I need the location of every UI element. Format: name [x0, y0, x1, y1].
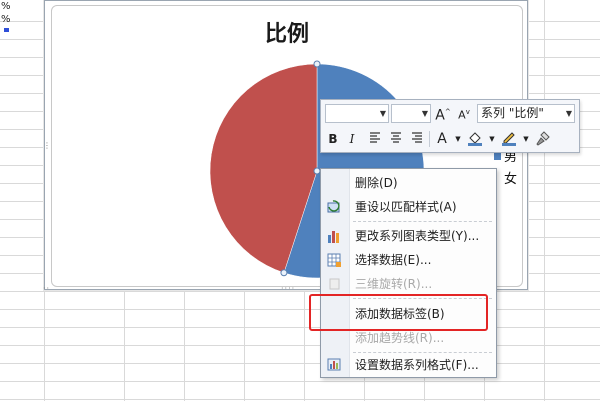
menu-item-delete[interactable]: 删除(D): [321, 172, 496, 194]
series-select-value: 系列 "比例": [481, 106, 544, 120]
mini-toolbar: ▼ ▼ A^ Av 系列 "比例" ▼ B I A ▼ ▼ ▼: [320, 99, 580, 153]
menu-item-label: 三维旋转(R)...: [355, 277, 433, 291]
menu-item-change-chart-type[interactable]: 更改系列图表类型(Y)...: [321, 225, 496, 247]
menu-item-label: 删除(D): [355, 176, 398, 190]
grow-font-icon: A: [435, 107, 445, 124]
context-menu: 删除(D) 重设以匹配样式(A) 更改系列图表类型(Y)... 选择数据(E).…: [320, 168, 497, 378]
font-size-select[interactable]: ▼: [391, 104, 431, 123]
menu-item-label: 重设以匹配样式(A): [355, 200, 457, 214]
shrink-font-icon: A: [458, 108, 466, 122]
align-center-icon: [391, 132, 401, 143]
reset-style-icon: [327, 200, 340, 213]
resize-handle-corner[interactable]: ··: [43, 284, 50, 293]
bold-button[interactable]: B: [324, 130, 342, 149]
paint-bucket-icon: [468, 132, 482, 146]
rotate-3d-icon: [329, 278, 340, 290]
format-painter-button[interactable]: [534, 130, 552, 149]
series-select[interactable]: 系列 "比例" ▼: [477, 104, 575, 123]
highlight-annotation: [309, 294, 488, 331]
resize-handle-left[interactable]: ⋮: [43, 141, 52, 150]
italic-button[interactable]: I: [343, 130, 361, 149]
chevron-down-icon: ▼: [565, 109, 572, 118]
font-name-select[interactable]: ▼: [325, 104, 389, 123]
toolbar-divider: [429, 131, 430, 147]
font-color-icon: A: [437, 131, 447, 147]
grow-font-button[interactable]: A^: [434, 103, 452, 124]
shrink-font-button[interactable]: Av: [455, 103, 473, 122]
chevron-down-icon[interactable]: ▼: [517, 130, 535, 149]
chevron-down-icon: ▼: [379, 109, 386, 118]
format-series-icon: [327, 358, 341, 371]
menu-item-label: 设置数据系列格式(F)...: [355, 358, 479, 372]
selection-handle[interactable]: [313, 60, 321, 68]
legend-item-female[interactable]: 女: [504, 168, 517, 187]
chevron-down-icon[interactable]: ▼: [449, 130, 467, 149]
cell-fill-handle[interactable]: [4, 28, 9, 32]
fill-color-button[interactable]: [466, 130, 484, 149]
select-data-icon: [327, 253, 341, 267]
menu-item-reset-style[interactable]: 重设以匹配样式(A): [321, 196, 496, 218]
menu-item-3d-rotation: 三维旋转(R)...: [321, 273, 496, 295]
menu-item-select-data[interactable]: 选择数据(E)...: [321, 249, 496, 271]
selection-handle[interactable]: [280, 269, 288, 277]
align-right-button[interactable]: [408, 130, 426, 149]
menu-item-label: 选择数据(E)...: [355, 253, 432, 267]
chart-title[interactable]: 比例: [52, 16, 522, 48]
align-left-icon: [370, 132, 380, 143]
align-center-button[interactable]: [387, 130, 405, 149]
legend-swatch-male: [494, 153, 501, 160]
menu-item-format-series[interactable]: 设置数据系列格式(F)...: [321, 354, 496, 376]
chevron-down-icon: ▼: [421, 109, 428, 118]
menu-item-label: 更改系列图表类型(Y)...: [355, 229, 480, 243]
resize-handle-bottom[interactable]: ····: [281, 284, 295, 293]
format-painter-icon: [536, 131, 550, 146]
align-right-icon: [412, 132, 422, 143]
align-left-button[interactable]: [366, 130, 384, 149]
outline-color-button[interactable]: [500, 130, 518, 149]
bar-chart-icon: [328, 231, 339, 243]
cell-value: %: [1, 1, 11, 12]
pen-outline-icon: [502, 132, 516, 146]
menu-separator: [353, 221, 492, 223]
chevron-down-icon[interactable]: ▼: [483, 130, 501, 149]
cell-value: %: [1, 14, 11, 25]
